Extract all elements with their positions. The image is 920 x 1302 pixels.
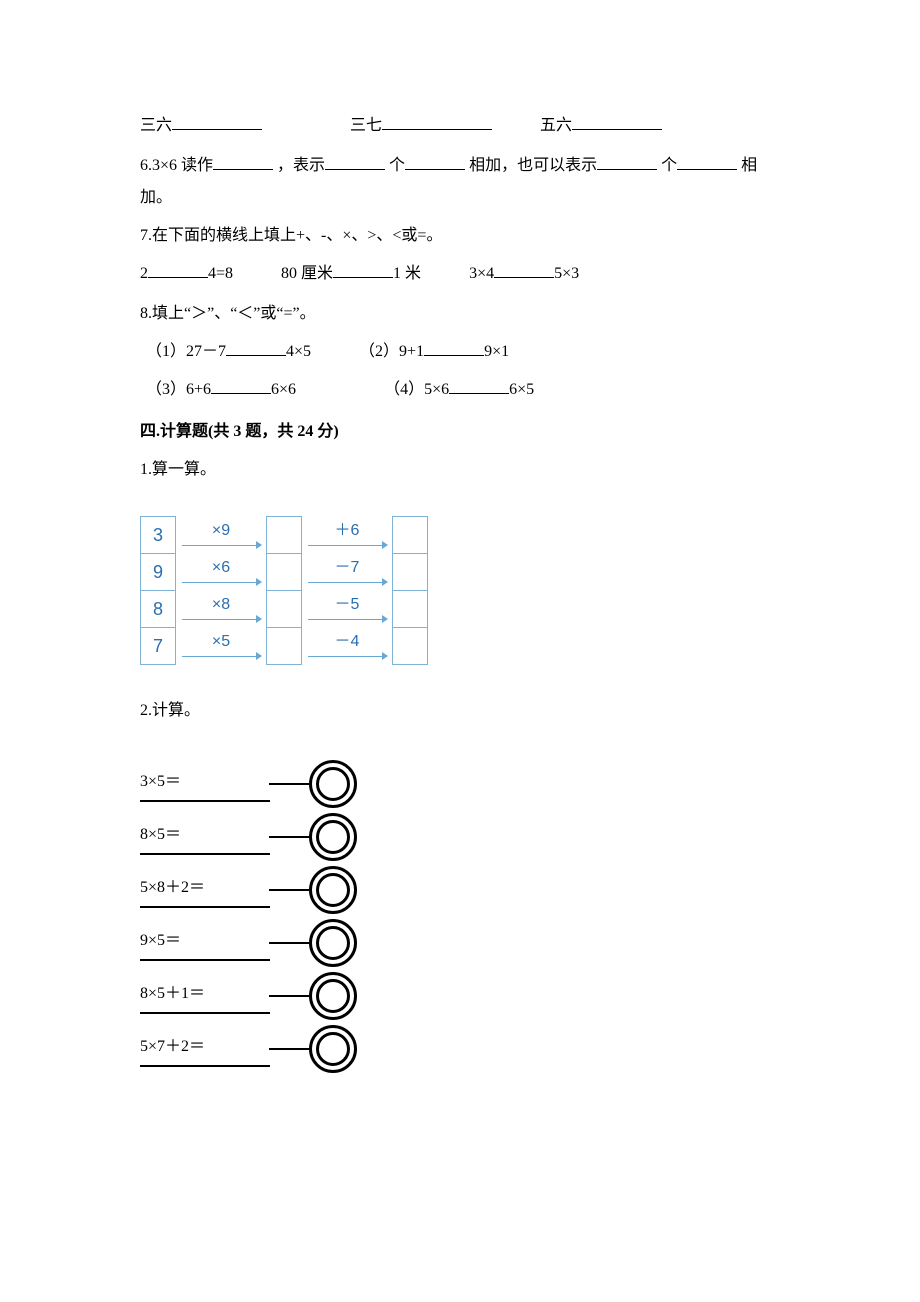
question-8-row2: （3）6+6 6×6 （4）5×6 6×5 [140, 374, 780, 406]
expression: 5×8＋2＝ [140, 872, 270, 908]
answer-ring[interactable] [309, 919, 357, 967]
arrow-op: ×8 [176, 591, 267, 628]
blank[interactable] [494, 261, 554, 278]
answer-ring[interactable] [309, 760, 357, 808]
expression: 3×5＝ [140, 766, 270, 802]
expression: 9×5＝ [140, 925, 270, 961]
q8-3-right: 6×6 [271, 381, 296, 398]
q7c-left: 3×4 [469, 265, 494, 282]
expression: 5×7＋2＝ [140, 1031, 270, 1067]
blank[interactable] [572, 113, 662, 130]
result-box[interactable] [393, 517, 428, 554]
line-connector [269, 942, 309, 944]
calc-ring-list: 3×5＝ 8×5＝ 5×8＋2＝ 9×5＝ 8×5＋1＝ 5×7＋2＝ [140, 757, 780, 1075]
question-4-1-title: 1.算一算。 [140, 454, 780, 486]
answer-ring[interactable] [309, 1025, 357, 1073]
answer-ring[interactable] [309, 972, 357, 1020]
start-number: 7 [141, 628, 176, 665]
calc-chain-row: 8×8 －5 [141, 591, 428, 628]
q6-text: 个 [661, 157, 677, 174]
calc-chain-table: 3×9 ＋6 9×6 －7 8×8 －5 7×5 －4 [140, 516, 428, 665]
calc-chain-row: 3×9 ＋6 [141, 517, 428, 554]
q8-1-right: 4×5 [286, 343, 311, 360]
result-box[interactable] [267, 554, 302, 591]
q7b-left: 80 厘米 [281, 265, 333, 282]
question-7-title: 7.在下面的横线上填上+、-、×、>、<或=。 [140, 220, 780, 252]
line-connector [269, 783, 309, 785]
q6-text: 相加，也可以表示 [469, 157, 597, 174]
line-connector [269, 995, 309, 997]
question-8-title: 8.填上“＞”、“＜”或“=”。 [140, 298, 780, 330]
blank[interactable] [325, 153, 385, 170]
section-4-title: 四.计算题(共 3 题，共 24 分) [140, 416, 780, 448]
arrow-op: －5 [302, 591, 393, 628]
blank[interactable] [424, 339, 484, 356]
q8-4-left: （4）5×6 [384, 381, 449, 398]
q8-4-right: 6×5 [509, 381, 534, 398]
calc-ring-row: 9×5＝ [140, 916, 780, 969]
q6-text: 相 [741, 157, 757, 174]
arrow-op: ×9 [176, 517, 267, 554]
blank[interactable] [211, 377, 271, 394]
blank[interactable] [226, 339, 286, 356]
fill-line-1: 三六 三七 五六 [140, 110, 780, 142]
result-box[interactable] [393, 554, 428, 591]
result-box[interactable] [267, 628, 302, 665]
result-box[interactable] [267, 517, 302, 554]
answer-ring[interactable] [309, 813, 357, 861]
calc-ring-row: 8×5＝ [140, 810, 780, 863]
calc-ring-row: 5×8＋2＝ [140, 863, 780, 916]
question-6: 6.3×6 读作 ，表示 个 相加，也可以表示 个 相 加。 [140, 150, 780, 214]
blank[interactable] [405, 153, 465, 170]
answer-ring[interactable] [309, 866, 357, 914]
arrow-op: －7 [302, 554, 393, 591]
arrow-op: ×6 [176, 554, 267, 591]
q8-3-left: （3）6+6 [146, 381, 211, 398]
arrow-op: ×5 [176, 628, 267, 665]
blank[interactable] [172, 113, 262, 130]
q8-2-right: 9×1 [484, 343, 509, 360]
question-8-row1: （1）27－7 4×5 （2）9+1 9×1 [140, 336, 780, 368]
line-connector [269, 836, 309, 838]
expression: 8×5＝ [140, 819, 270, 855]
label-sanqi: 三七 [350, 117, 382, 134]
calc-chain-row: 9×6 －7 [141, 554, 428, 591]
q7b-right: 1 米 [393, 265, 421, 282]
line-connector [269, 889, 309, 891]
blank[interactable] [148, 261, 208, 278]
blank[interactable] [213, 153, 273, 170]
q8-1-left: （1）27－7 [146, 343, 226, 360]
blank[interactable] [382, 113, 492, 130]
blank[interactable] [597, 153, 657, 170]
start-number: 8 [141, 591, 176, 628]
blank[interactable] [449, 377, 509, 394]
start-number: 9 [141, 554, 176, 591]
calc-ring-row: 8×5＋1＝ [140, 969, 780, 1022]
q7c-right: 5×3 [554, 265, 579, 282]
q7a-left: 2 [140, 265, 148, 282]
blank[interactable] [677, 153, 737, 170]
calc-ring-row: 3×5＝ [140, 757, 780, 810]
calc-chain-row: 7×5 －4 [141, 628, 428, 665]
question-7-items: 2 4=8 80 厘米 1 米 3×4 5×3 [140, 258, 780, 290]
q6-text: ，表示 [277, 157, 325, 174]
question-4-2-title: 2.计算。 [140, 695, 780, 727]
expression: 8×5＋1＝ [140, 978, 270, 1014]
q8-2-left: （2）9+1 [359, 343, 424, 360]
label-sanliu: 三六 [140, 117, 172, 134]
blank[interactable] [333, 261, 393, 278]
start-number: 3 [141, 517, 176, 554]
label-wuliu: 五六 [540, 117, 572, 134]
result-box[interactable] [267, 591, 302, 628]
q6-text: 加。 [140, 189, 172, 206]
result-box[interactable] [393, 591, 428, 628]
q6-text: 个 [389, 157, 405, 174]
arrow-op: －4 [302, 628, 393, 665]
q7a-right: 4=8 [208, 265, 233, 282]
result-box[interactable] [393, 628, 428, 665]
calc-ring-row: 5×7＋2＝ [140, 1022, 780, 1075]
arrow-op: ＋6 [302, 517, 393, 554]
q6-text: 6.3×6 读作 [140, 157, 213, 174]
line-connector [269, 1048, 309, 1050]
